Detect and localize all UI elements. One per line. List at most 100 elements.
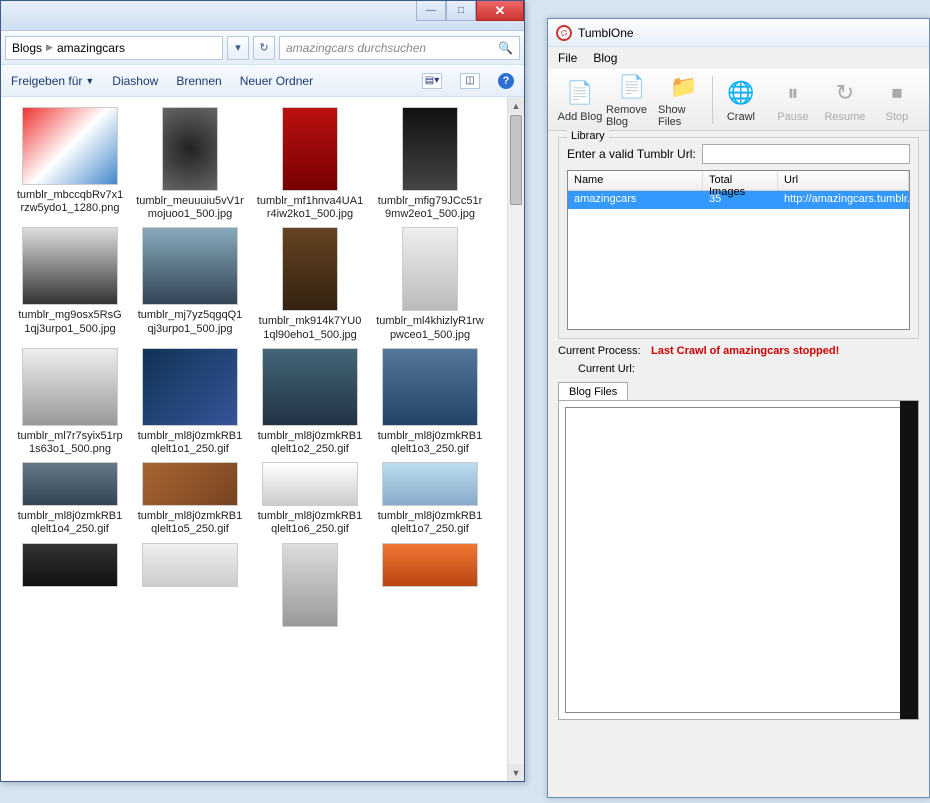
explorer-navbar: Blogs ▶ amazingcars ▾ ↻ amazingcars durc…: [1, 31, 524, 65]
col-url[interactable]: Url: [778, 171, 909, 190]
tumblone-toolbar: 📄Add Blog 📄Remove Blog 📁Show Files 🌐Craw…: [548, 69, 929, 131]
file-item[interactable]: tumblr_ml8j0zmkRB1qlelt1o1_250.gif: [135, 348, 245, 456]
thumbnail-image: [282, 227, 338, 311]
add-blog-button[interactable]: 📄Add Blog: [554, 72, 606, 128]
current-url-label: Current Url:: [558, 363, 643, 375]
remove-icon: 📄: [616, 72, 648, 102]
thumbnail-image: [22, 348, 118, 426]
file-item[interactable]: tumblr_mbccqbRv7x1rzw5ydo1_1280.png: [15, 107, 125, 221]
file-item[interactable]: [15, 543, 125, 627]
scrollbar[interactable]: ▲ ▼: [507, 97, 524, 781]
list-header[interactable]: Name Total Images Url: [568, 171, 909, 191]
thumbnail-image: [22, 462, 118, 506]
blog-files-list[interactable]: [565, 407, 912, 713]
preview-pane: [900, 401, 918, 719]
stop-icon: ⏹: [881, 77, 913, 109]
file-item[interactable]: tumblr_mk914k7YU01ql90eho1_500.jpg: [255, 227, 365, 341]
file-item[interactable]: [375, 543, 485, 627]
breadcrumb-parent[interactable]: Blogs: [12, 41, 42, 55]
file-item[interactable]: tumblr_mg9osx5RsG1qj3urpo1_500.jpg: [15, 227, 125, 341]
col-total[interactable]: Total Images: [703, 171, 778, 190]
menu-blog[interactable]: Blog: [593, 51, 617, 65]
file-item[interactable]: tumblr_ml8j0zmkRB1qlelt1o4_250.gif: [15, 462, 125, 536]
file-item[interactable]: tumblr_ml8j0zmkRB1qlelt1o7_250.gif: [375, 462, 485, 536]
folder-search-icon: 📁: [668, 72, 700, 102]
file-name: tumblr_mfig79JCc51r9mw2eo1_500.jpg: [376, 195, 484, 221]
menubar: File Blog: [548, 47, 929, 69]
thumbnail-image: [22, 107, 118, 185]
crawl-button[interactable]: 🌐Crawl: [715, 72, 767, 128]
new-folder-button[interactable]: Neuer Ordner: [240, 74, 313, 88]
file-name: tumblr_ml8j0zmkRB1qlelt1o1_250.gif: [136, 430, 244, 456]
file-item[interactable]: tumblr_ml4khizlyR1rwpwceo1_500.jpg: [375, 227, 485, 341]
file-item[interactable]: tumblr_ml8j0zmkRB1qlelt1o5_250.gif: [135, 462, 245, 536]
url-input[interactable]: [702, 144, 910, 164]
search-icon[interactable]: 🔍: [498, 41, 513, 55]
resume-icon: ↻: [829, 77, 861, 109]
scroll-down-icon[interactable]: ▼: [508, 764, 524, 781]
remove-blog-button[interactable]: 📄Remove Blog: [606, 72, 658, 128]
breadcrumb[interactable]: Blogs ▶ amazingcars: [5, 36, 223, 60]
add-icon: 📄: [564, 77, 596, 109]
url-label: Enter a valid Tumblr Url:: [567, 147, 696, 161]
file-item[interactable]: tumblr_ml8j0zmkRB1qlelt1o2_250.gif: [255, 348, 365, 456]
file-item[interactable]: tumblr_ml8j0zmkRB1qlelt1o3_250.gif: [375, 348, 485, 456]
refresh-button[interactable]: ↻: [253, 36, 275, 60]
file-name: tumblr_ml8j0zmkRB1qlelt1o2_250.gif: [256, 430, 364, 456]
breadcrumb-current[interactable]: amazingcars: [57, 41, 125, 55]
thumbnail-image: [142, 462, 238, 506]
scroll-up-icon[interactable]: ▲: [508, 97, 524, 114]
file-item[interactable]: [255, 543, 365, 627]
file-name: tumblr_ml8j0zmkRB1qlelt1o7_250.gif: [376, 510, 484, 536]
tabs: Blog Files: [558, 381, 919, 720]
file-item[interactable]: tumblr_mj7yz5qgqQ1qj3urpo1_500.jpg: [135, 227, 245, 341]
col-name[interactable]: Name: [568, 171, 703, 190]
pause-icon: ⏸: [777, 77, 809, 109]
thumbnail-image: [262, 348, 358, 426]
library-group: Library Enter a valid Tumblr Url: Name T…: [558, 137, 919, 339]
list-row-selected[interactable]: amazingcars 35 http://amazingcars.tumblr…: [568, 191, 909, 209]
file-item[interactable]: tumblr_ml8j0zmkRB1qlelt1o6_250.gif: [255, 462, 365, 536]
burn-button[interactable]: Brennen: [176, 74, 221, 88]
thumbnail-image: [402, 227, 458, 311]
thumbnail-image: [162, 107, 218, 191]
menu-file[interactable]: File: [558, 51, 577, 65]
search-input[interactable]: amazingcars durchsuchen 🔍: [279, 36, 520, 60]
scrollbar-thumb[interactable]: [510, 115, 522, 205]
file-item[interactable]: tumblr_meuuuiu5vV1rmojuoo1_500.jpg: [135, 107, 245, 221]
explorer-toolbar: Freigeben für ▼ Diashow Brennen Neuer Or…: [1, 65, 524, 97]
tab-blog-files[interactable]: Blog Files: [558, 382, 628, 401]
file-item[interactable]: tumblr_mf1hnva4UA1r4iw2ko1_500.jpg: [255, 107, 365, 221]
toolbar-separator: [712, 76, 713, 124]
chevron-right-icon: ▶: [46, 42, 53, 53]
maximize-button[interactable]: □: [446, 1, 476, 21]
file-name: tumblr_ml8j0zmkRB1qlelt1o4_250.gif: [16, 510, 124, 536]
minimize-button[interactable]: —: [416, 1, 446, 21]
share-button[interactable]: Freigeben für ▼: [11, 74, 94, 88]
thumbnail-image: [382, 543, 478, 587]
explorer-titlebar[interactable]: — □ ✕: [1, 1, 524, 31]
app-title: TumblOne: [578, 26, 634, 40]
tumblone-titlebar[interactable]: TumblOne: [548, 19, 929, 47]
close-button[interactable]: ✕: [476, 1, 524, 21]
file-item[interactable]: [135, 543, 245, 627]
preview-pane-button[interactable]: ◫: [460, 73, 480, 89]
stop-button[interactable]: ⏹Stop: [871, 72, 923, 128]
file-name: tumblr_mg9osx5RsG1qj3urpo1_500.jpg: [16, 309, 124, 335]
view-options-button[interactable]: ▤▾: [422, 73, 442, 89]
file-item[interactable]: tumblr_ml7r7syix51rp1s63o1_500.png: [15, 348, 125, 456]
tab-content: [558, 400, 919, 720]
file-name: tumblr_mj7yz5qgqQ1qj3urpo1_500.jpg: [136, 309, 244, 335]
history-dropdown-button[interactable]: ▾: [227, 36, 249, 60]
show-files-button[interactable]: 📁Show Files: [658, 72, 710, 128]
slideshow-button[interactable]: Diashow: [112, 74, 158, 88]
file-name: tumblr_ml4khizlyR1rwpwceo1_500.jpg: [376, 315, 484, 341]
resume-button[interactable]: ↻Resume: [819, 72, 871, 128]
blog-list[interactable]: Name Total Images Url amazingcars 35 htt…: [567, 170, 910, 330]
help-icon[interactable]: ?: [498, 73, 514, 89]
globe-icon: 🌐: [725, 77, 757, 109]
pause-button[interactable]: ⏸Pause: [767, 72, 819, 128]
file-name: tumblr_mbccqbRv7x1rzw5ydo1_1280.png: [16, 189, 124, 215]
current-process-label: Current Process:: [558, 345, 643, 357]
file-item[interactable]: tumblr_mfig79JCc51r9mw2eo1_500.jpg: [375, 107, 485, 221]
